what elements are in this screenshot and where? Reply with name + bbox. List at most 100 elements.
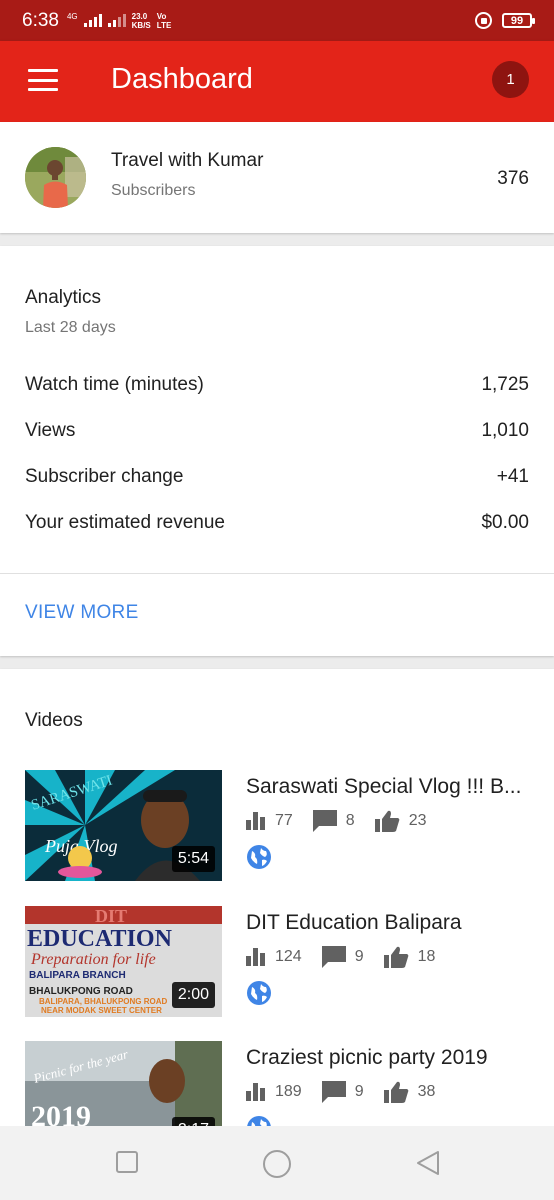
views-count: 189 bbox=[275, 1083, 302, 1100]
video-item[interactable]: Picnic for the year 2019 2:17 Craziest p… bbox=[0, 1041, 554, 1129]
video-title: Saraswati Special Vlog !!! B... bbox=[246, 775, 522, 798]
app-bar: Dashboard 1 bbox=[0, 41, 554, 122]
comments-stat: 9 bbox=[321, 1081, 364, 1103]
metric-value: 1,725 bbox=[481, 374, 529, 395]
volte-top: Vo bbox=[156, 11, 167, 21]
subscribers-count: 376 bbox=[497, 168, 529, 189]
likes-stat: 38 bbox=[383, 1081, 436, 1103]
likes-count: 23 bbox=[408, 812, 427, 829]
bar-chart-icon bbox=[246, 948, 265, 966]
avatar-image bbox=[25, 147, 86, 208]
likes-stat: 23 bbox=[374, 810, 427, 832]
video-duration: 5:54 bbox=[171, 846, 215, 872]
volte-indicator: Vo LTE bbox=[157, 12, 172, 30]
views-count: 124 bbox=[275, 948, 302, 965]
analytics-period: Last 28 days bbox=[25, 319, 116, 336]
network-type: 4G bbox=[66, 11, 78, 21]
video-item[interactable]: SARASWATI Puja Vlog 5:54 Saraswati Speci… bbox=[0, 770, 554, 881]
metric-label: Watch time (minutes) bbox=[25, 374, 204, 395]
thumbnail-caption: EDUCATION bbox=[27, 926, 173, 952]
views-stat: 77 bbox=[246, 812, 293, 830]
metric-row-revenue: Your estimated revenue $0.00 bbox=[25, 512, 529, 534]
thumbnail-line: BALIPARA, BHALUKPONG ROAD bbox=[39, 997, 168, 1006]
network-indicators: 4G 23.0 KB/S Vo LTE bbox=[67, 12, 171, 30]
network-speed-value: 23.0 bbox=[131, 11, 148, 21]
comments-count: 9 bbox=[354, 948, 364, 965]
network-speed: 23.0 KB/S bbox=[132, 12, 151, 30]
likes-count: 38 bbox=[417, 1083, 436, 1100]
home-icon[interactable] bbox=[262, 1149, 292, 1179]
avatar bbox=[25, 147, 86, 208]
globe-icon bbox=[247, 981, 271, 1005]
metric-label: Your estimated revenue bbox=[25, 512, 225, 533]
thumbnail-image: Picnic for the year 2019 bbox=[25, 1041, 222, 1129]
views-stat: 189 bbox=[246, 1083, 302, 1101]
hamburger-icon[interactable] bbox=[28, 69, 58, 91]
page-title: Dashboard bbox=[111, 63, 253, 95]
metric-value: 1,010 bbox=[481, 420, 529, 441]
comments-stat: 9 bbox=[321, 946, 364, 968]
video-title: Craziest picnic party 2019 bbox=[246, 1046, 488, 1069]
comments-stat: 8 bbox=[312, 810, 355, 832]
metric-row-watch-time: Watch time (minutes) 1,725 bbox=[25, 374, 529, 396]
metric-label: Views bbox=[25, 420, 76, 441]
video-thumbnail: DIT EDUCATION Preparation for life BALIP… bbox=[25, 906, 222, 1017]
thumbnail-line: BHALUKPONG ROAD bbox=[29, 986, 133, 997]
channel-name: Travel with Kumar bbox=[111, 150, 264, 171]
videos-title: Videos bbox=[25, 710, 83, 731]
battery-level: 99 bbox=[510, 14, 524, 27]
views-count: 77 bbox=[275, 812, 293, 829]
comment-icon bbox=[321, 946, 346, 968]
thumbnail-line: NEAR MODAK SWEET CENTER bbox=[41, 1006, 162, 1015]
video-title: DIT Education Balipara bbox=[246, 911, 462, 934]
thumbnail-line: BALIPARA BRANCH bbox=[29, 970, 126, 981]
rotation-lock-icon bbox=[475, 12, 492, 29]
views-stat: 124 bbox=[246, 948, 302, 966]
video-thumbnail: Picnic for the year 2019 2:17 bbox=[25, 1041, 222, 1129]
video-thumbnail: SARASWATI Puja Vlog 5:54 bbox=[25, 770, 222, 881]
metric-value: +41 bbox=[496, 466, 529, 487]
channel-card[interactable]: Travel with Kumar Subscribers 376 bbox=[0, 122, 554, 233]
video-stats: 124 9 18 bbox=[246, 946, 455, 968]
signal-icon bbox=[83, 14, 102, 27]
likes-stat: 18 bbox=[383, 946, 436, 968]
view-more-button[interactable]: VIEW MORE bbox=[25, 602, 139, 624]
network-speed-unit: KB/S bbox=[131, 20, 151, 30]
battery-icon: 99 bbox=[502, 13, 535, 28]
video-stats: 189 9 38 bbox=[246, 1081, 455, 1103]
video-item[interactable]: DIT EDUCATION Preparation for life BALIP… bbox=[0, 906, 554, 1017]
recents-icon[interactable] bbox=[115, 1149, 139, 1175]
status-bar: 6:38 4G 23.0 KB/S Vo LTE 99 bbox=[0, 0, 554, 41]
comments-count: 9 bbox=[354, 1083, 364, 1100]
video-stats: 77 8 23 bbox=[246, 810, 447, 832]
video-duration: 2:00 bbox=[171, 982, 215, 1008]
bar-chart-icon bbox=[246, 812, 265, 830]
thumbs-up-icon bbox=[374, 810, 400, 832]
status-time: 6:38 bbox=[22, 9, 59, 31]
globe-icon bbox=[247, 845, 271, 869]
divider bbox=[0, 573, 554, 574]
subscribers-label: Subscribers bbox=[111, 182, 196, 199]
signal-2-icon bbox=[107, 14, 126, 27]
comment-icon bbox=[312, 810, 337, 832]
comment-icon bbox=[321, 1081, 346, 1103]
thumbnail-year: 2019 bbox=[31, 1100, 91, 1129]
svg-text:DIT: DIT bbox=[95, 906, 127, 926]
metric-row-views: Views 1,010 bbox=[25, 420, 529, 442]
back-icon[interactable] bbox=[414, 1149, 442, 1177]
metric-value: $0.00 bbox=[481, 512, 529, 533]
thumbnail-subcaption: Preparation for life bbox=[30, 951, 156, 968]
thumbs-up-icon bbox=[383, 946, 408, 968]
analytics-card: Analytics Last 28 days Watch time (minut… bbox=[0, 246, 554, 656]
bar-chart-icon bbox=[246, 1083, 265, 1101]
metric-row-subscriber-change: Subscriber change +41 bbox=[25, 466, 529, 488]
metric-label: Subscriber change bbox=[25, 466, 184, 487]
system-nav-bar bbox=[0, 1126, 554, 1200]
videos-card: Videos SARASWATI Puja Vlog 5:54 Saraswat… bbox=[0, 669, 554, 1129]
likes-count: 18 bbox=[417, 948, 436, 965]
analytics-title: Analytics bbox=[25, 287, 102, 308]
status-right: 99 bbox=[475, 12, 535, 29]
thumbs-up-icon bbox=[383, 1081, 408, 1103]
volte-bottom: LTE bbox=[156, 20, 172, 30]
notification-badge[interactable]: 1 bbox=[492, 61, 529, 98]
